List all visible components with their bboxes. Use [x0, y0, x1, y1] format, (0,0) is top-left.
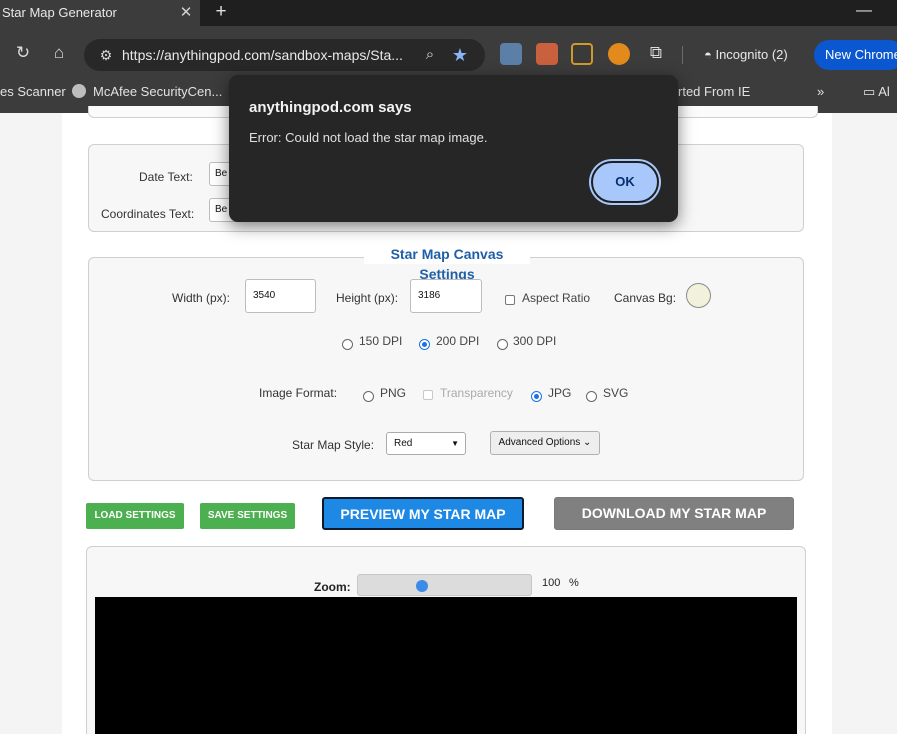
image-format-label: Image Format:	[259, 386, 338, 400]
bookmark-star-icon[interactable]: ★	[448, 43, 472, 67]
home-icon[interactable]: ⌂	[45, 39, 73, 67]
save-settings-button[interactable]: SAVE SETTINGS	[200, 503, 295, 529]
date-text-label: Date Text:	[139, 170, 193, 184]
canvas-bg-label: Canvas Bg:	[614, 291, 677, 305]
bookmark-label: McAfee SecurityCen...	[93, 84, 223, 99]
star-map-style-select[interactable]: Red ▼	[386, 432, 466, 455]
folder-icon: ▭	[863, 84, 879, 99]
dialog-title: anythingpod.com says	[249, 99, 412, 116]
bookmark-folder-all[interactable]: ▭ Al	[863, 81, 890, 103]
dpi-200-label: 200 DPI	[436, 334, 480, 348]
load-settings-button[interactable]: LOAD SETTINGS	[86, 503, 184, 529]
download-star-map-button[interactable]: DOWNLOAD MY STAR MAP	[554, 497, 794, 530]
browser-toolbar: ↻ ⌂ ⚙ https://anythingpod.com/sandbox-ma…	[0, 26, 897, 81]
tab-strip: Star Map Generator ✕ + —	[0, 0, 897, 26]
tab-title: Star Map Generator	[2, 5, 117, 20]
format-png-radio[interactable]	[363, 391, 374, 402]
minimize-window-icon[interactable]: —	[852, 0, 876, 26]
transparency-label: Transparency	[440, 386, 513, 400]
star-map-preview-canvas	[95, 597, 797, 734]
transparency-checkbox	[423, 390, 433, 400]
reload-icon[interactable]: ↻	[9, 39, 37, 67]
incognito-icon: ◓	[704, 47, 716, 62]
alert-dialog: anythingpod.com says Error: Could not lo…	[229, 75, 678, 222]
bookmark-label: es Scanner	[0, 84, 66, 99]
aspect-ratio-label: Aspect Ratio	[522, 291, 591, 305]
tab-star-map-generator[interactable]: Star Map Generator	[0, 0, 200, 26]
zoom-slider-thumb[interactable]	[416, 580, 428, 592]
coordinates-text-label: Coordinates Text:	[101, 207, 195, 221]
style-selected-value: Red	[394, 438, 413, 449]
ok-button[interactable]: OK	[591, 161, 659, 203]
url-text[interactable]: https://anythingpod.com/sandbox-maps/Sta…	[122, 39, 412, 71]
width-input[interactable]: 3540	[245, 279, 316, 313]
format-svg-label: SVG	[603, 386, 629, 400]
extensions-puzzle-icon[interactable]: ⧉	[642, 39, 670, 67]
bookmark-imported-ie[interactable]: rted From IE	[678, 81, 750, 103]
dpi-150-label: 150 DPI	[359, 334, 403, 348]
dialog-message: Error: Could not load the star map image…	[249, 130, 488, 145]
chevron-down-icon: ▼	[451, 439, 459, 448]
chevron-down-icon: ⌄	[583, 437, 592, 448]
close-tab-icon[interactable]: ✕	[176, 0, 196, 26]
zoom-label: Zoom:	[314, 580, 351, 594]
zoom-slider[interactable]	[357, 574, 532, 596]
format-jpg-radio[interactable]	[531, 391, 542, 402]
zoom-unit: %	[569, 577, 579, 589]
width-label: Width (px):	[172, 291, 231, 305]
bookmark-label: rted From IE	[678, 84, 751, 99]
new-tab-icon[interactable]: +	[210, 0, 232, 26]
bookmark-scanner[interactable]: es Scanner	[0, 81, 66, 103]
star-map-style-label: Star Map Style:	[292, 438, 375, 452]
incognito-button[interactable]: ◓ Incognito (2)	[696, 40, 806, 70]
aspect-ratio-checkbox[interactable]	[505, 295, 515, 305]
canvas-settings-legend: Star Map Canvas Settings	[364, 244, 530, 282]
address-bar[interactable]: ⚙ https://anythingpod.com/sandbox-maps/S…	[84, 39, 485, 71]
site-settings-icon[interactable]: ⚙	[94, 43, 118, 67]
height-input[interactable]: 3186	[410, 279, 482, 313]
dpi-150-radio[interactable]	[342, 339, 353, 350]
preview-star-map-button[interactable]: PREVIEW MY STAR MAP	[322, 497, 524, 530]
canvas-bg-color-picker[interactable]	[686, 283, 711, 308]
zoom-magnifier-icon[interactable]: ⌕	[418, 43, 442, 67]
dpi-300-radio[interactable]	[497, 339, 508, 350]
toolbar-divider	[682, 46, 683, 64]
extension-circle-icon[interactable]	[608, 43, 630, 65]
height-label: Height (px):	[336, 291, 399, 305]
dpi-200-radio[interactable]	[419, 339, 430, 350]
zoom-value: 100	[542, 577, 561, 589]
format-svg-radio[interactable]	[586, 391, 597, 402]
mcafee-globe-icon	[72, 84, 86, 98]
bookmark-label: Al	[878, 84, 890, 99]
incognito-label: Incognito (2)	[715, 47, 788, 62]
extension-hat-icon[interactable]	[571, 43, 593, 65]
advanced-options-label: Advanced Options	[498, 437, 581, 448]
advanced-options-button[interactable]: Advanced Options ⌄	[490, 431, 600, 455]
format-png-label: PNG	[380, 386, 407, 400]
bookmark-mcafee[interactable]: McAfee SecurityCen...	[72, 81, 222, 103]
extension-image-icon[interactable]	[500, 43, 522, 65]
extension-pen-icon[interactable]	[536, 43, 558, 65]
bookmarks-overflow-icon[interactable]: »	[817, 81, 824, 103]
dpi-300-label: 300 DPI	[513, 334, 557, 348]
format-jpg-label: JPG	[548, 386, 572, 400]
new-chrome-button[interactable]: New Chrome	[814, 40, 897, 70]
